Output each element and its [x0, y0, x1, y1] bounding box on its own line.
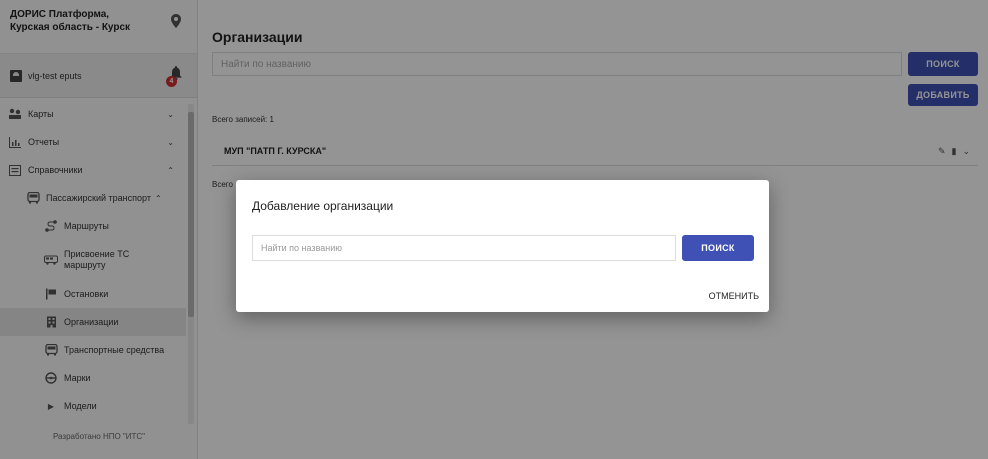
add-organization-dialog: Добавление организации Найти по названию… [236, 180, 769, 312]
dialog-search-button[interactable]: поиск [682, 235, 754, 261]
cancel-button[interactable]: отменить [709, 291, 759, 301]
dialog-title: Добавление организации [252, 199, 394, 213]
dialog-search-input[interactable]: Найти по названию [252, 235, 676, 261]
